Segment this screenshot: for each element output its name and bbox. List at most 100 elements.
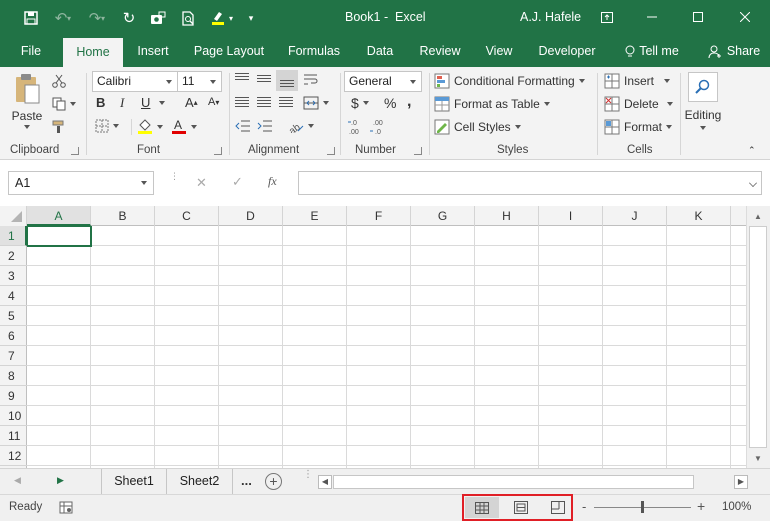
sheet-nav-prev-icon[interactable]: ◀ (14, 475, 21, 486)
customize-toolbar-icon[interactable]: ▾ (245, 7, 257, 29)
page-layout-view-button[interactable] (504, 497, 538, 518)
row-header[interactable]: 2 (0, 246, 27, 266)
merge-center-button[interactable] (303, 96, 329, 110)
font-launcher-icon[interactable] (214, 147, 222, 155)
row-header[interactable]: 5 (0, 306, 27, 326)
delete-cells-button[interactable]: Delete (604, 96, 673, 112)
insert-function-icon[interactable]: fx (268, 174, 277, 189)
name-box[interactable]: A1 (8, 171, 154, 195)
format-cells-button[interactable]: Format (604, 119, 673, 135)
column-header[interactable]: F (347, 206, 411, 226)
collapse-ribbon-icon[interactable]: ⌃ (748, 145, 756, 156)
print-preview-icon[interactable] (177, 7, 199, 29)
normal-view-button[interactable] (465, 497, 499, 518)
tab-insert[interactable]: Insert (128, 36, 178, 67)
tab-file[interactable]: File (10, 36, 52, 67)
column-header[interactable]: G (411, 206, 475, 226)
font-color-button[interactable]: A (171, 118, 197, 135)
macro-record-icon[interactable] (59, 501, 73, 517)
page-break-preview-button[interactable] (541, 497, 575, 518)
scroll-up-icon[interactable]: ▲ (754, 212, 762, 221)
conditional-formatting-button[interactable]: Conditional Formatting (434, 73, 585, 89)
grow-font-button[interactable]: A ▴ (185, 95, 198, 110)
align-left-icon[interactable] (235, 97, 249, 109)
zoom-out-button[interactable]: - (582, 499, 586, 514)
row-header[interactable]: 9 (0, 386, 27, 406)
select-all-button[interactable] (0, 206, 27, 226)
formula-input[interactable] (298, 171, 762, 195)
sheet-nav-next-icon[interactable]: ▶ (57, 475, 64, 486)
row-header[interactable]: 8 (0, 366, 27, 386)
tab-formulas[interactable]: Formulas (282, 36, 346, 67)
comma-button[interactable]: , (407, 93, 411, 111)
currency-button[interactable]: $ (351, 95, 369, 111)
alignment-launcher-icon[interactable] (327, 147, 335, 155)
refresh-icon[interactable]: ↻ (118, 7, 140, 29)
row-header[interactable]: 1 (0, 226, 27, 246)
editing-button[interactable]: Editing (685, 72, 721, 144)
shrink-font-button[interactable]: A ▾ (208, 96, 219, 108)
tell-me-box[interactable]: Tell me (620, 36, 684, 67)
row-header[interactable]: 3 (0, 266, 27, 286)
vertical-scrollbar[interactable]: ▲ ▼ (746, 206, 770, 468)
bold-button[interactable]: B (96, 95, 105, 110)
row-header[interactable]: 10 (0, 406, 27, 426)
camera-icon[interactable] (147, 7, 169, 29)
column-header[interactable]: I (539, 206, 603, 226)
zoom-in-button[interactable]: + (697, 498, 705, 514)
tab-review[interactable]: Review (413, 36, 467, 67)
hscroll-left-icon[interactable]: ◀ (318, 475, 332, 489)
row-header[interactable]: 4 (0, 286, 27, 306)
bottom-align-icon[interactable] (276, 70, 298, 91)
horizontal-scroll-thumb[interactable] (333, 475, 694, 489)
font-name-select[interactable]: Calibri (92, 71, 178, 92)
expand-formula-bar-icon[interactable] (749, 179, 757, 187)
tab-home[interactable]: Home (63, 38, 123, 67)
middle-align-icon[interactable] (257, 75, 271, 83)
increase-indent-icon[interactable] (257, 119, 273, 133)
editing-dropdown-icon[interactable] (700, 126, 706, 130)
font-size-select[interactable]: 11 (177, 71, 222, 92)
copy-icon[interactable] (52, 96, 78, 112)
cell-styles-button[interactable]: Cell Styles (434, 119, 521, 135)
format-as-table-button[interactable]: Format as Table (434, 96, 550, 112)
percent-button[interactable]: % (384, 95, 396, 111)
borders-button[interactable] (95, 119, 119, 133)
paste-dropdown-icon[interactable] (24, 125, 30, 129)
enter-icon[interactable]: ✓ (232, 174, 243, 190)
row-header[interactable]: 7 (0, 346, 27, 366)
column-header[interactable]: D (219, 206, 283, 226)
maximize-icon[interactable] (686, 6, 710, 28)
underline-dropdown-icon[interactable] (155, 101, 165, 105)
scroll-down-icon[interactable]: ▼ (754, 454, 762, 463)
share-button[interactable]: Share (705, 36, 763, 67)
format-painter-icon[interactable] (52, 119, 70, 135)
clipboard-launcher-icon[interactable] (71, 147, 79, 155)
decrease-decimal-button[interactable]: .00.0 (370, 119, 388, 135)
tab-split-handle-icon[interactable]: ⋮ (303, 470, 313, 480)
align-center-icon[interactable] (257, 97, 271, 109)
number-format-select[interactable]: General (344, 71, 422, 92)
orientation-button[interactable]: ab (288, 119, 314, 133)
insert-cells-button[interactable]: Insert (604, 73, 671, 89)
vertical-scroll-thumb[interactable] (749, 226, 767, 448)
column-header[interactable]: A (27, 206, 91, 226)
highlight-dropdown-icon[interactable]: ▾ (226, 7, 236, 29)
column-header[interactable]: C (155, 206, 219, 226)
row-header[interactable]: 11 (0, 426, 27, 446)
cancel-icon[interactable]: ✕ (196, 175, 207, 191)
more-sheets-button[interactable]: ... (241, 473, 252, 488)
ribbon-display-options-icon[interactable] (595, 6, 619, 28)
wrap-text-icon[interactable] (303, 73, 319, 87)
zoom-slider-thumb[interactable] (641, 501, 644, 513)
number-launcher-icon[interactable] (414, 147, 422, 155)
decrease-indent-icon[interactable] (235, 119, 251, 133)
hscroll-right-icon[interactable]: ▶ (734, 475, 748, 489)
fill-color-button[interactable] (137, 118, 163, 135)
paste-button[interactable]: Paste (8, 73, 46, 139)
undo-dropdown-icon[interactable]: ▾ (64, 7, 74, 29)
column-header[interactable]: J (603, 206, 667, 226)
tab-developer[interactable]: Developer (533, 36, 601, 67)
underline-button[interactable]: U (141, 95, 150, 110)
tab-page-layout[interactable]: Page Layout (189, 36, 269, 67)
